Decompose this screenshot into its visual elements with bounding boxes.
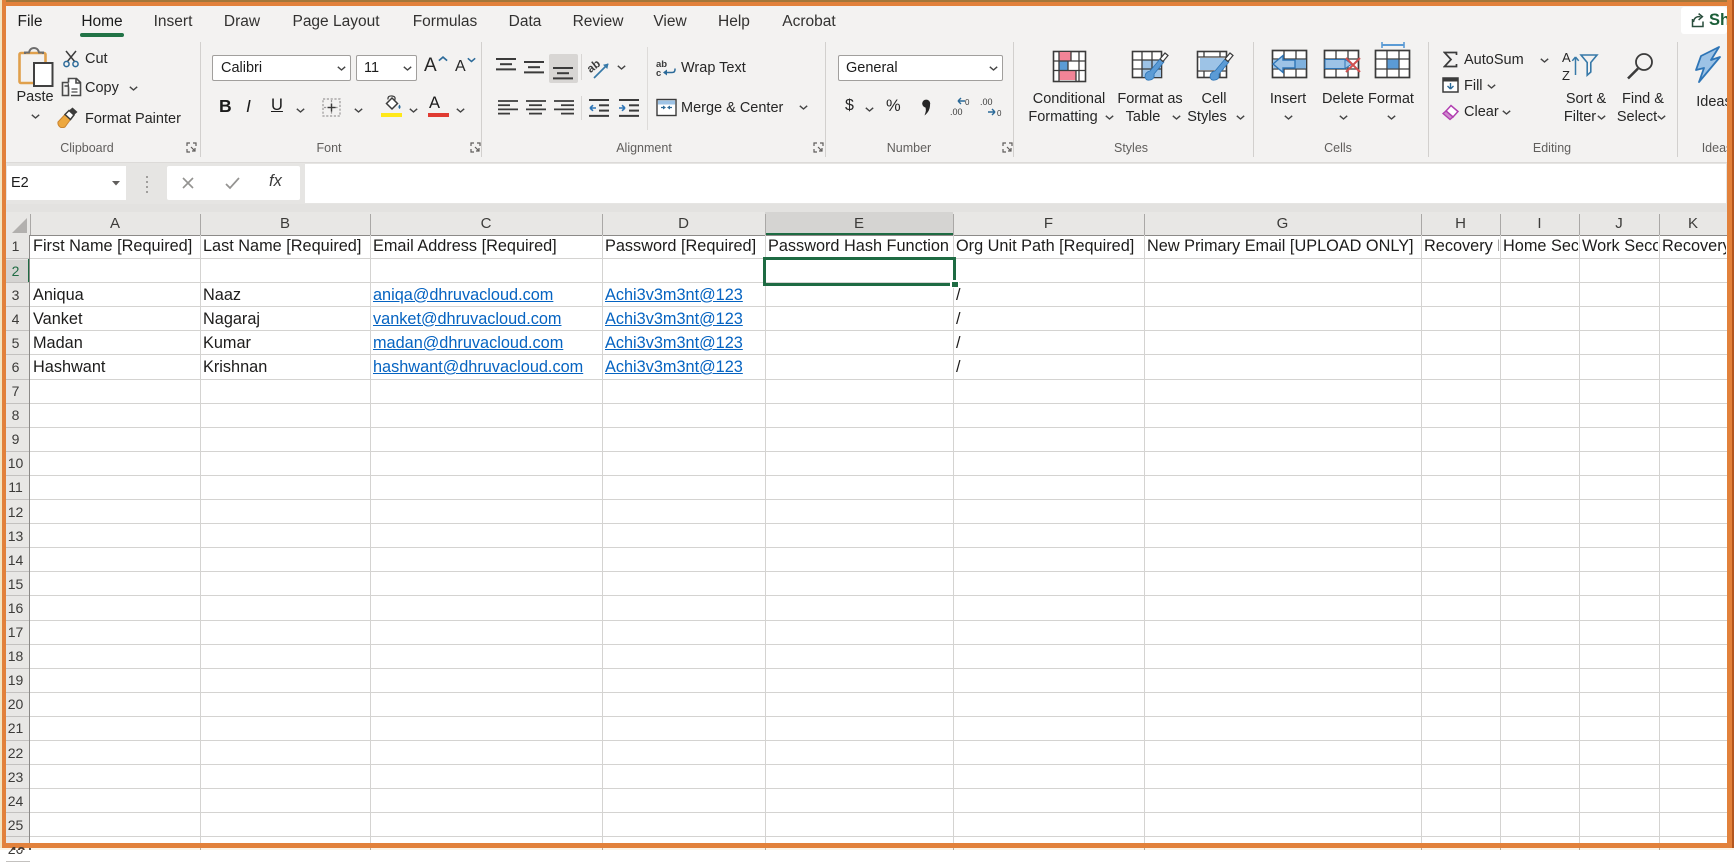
svg-text:A: A bbox=[1562, 50, 1571, 65]
svg-text:.00: .00 bbox=[980, 97, 993, 107]
svg-text:.00: .00 bbox=[950, 107, 963, 117]
svg-text:0: 0 bbox=[965, 98, 970, 107]
svg-text:c: c bbox=[656, 68, 661, 77]
svg-text:Z: Z bbox=[1562, 68, 1570, 82]
svg-text:0: 0 bbox=[997, 109, 1002, 117]
svg-text:ab: ab bbox=[586, 58, 603, 76]
